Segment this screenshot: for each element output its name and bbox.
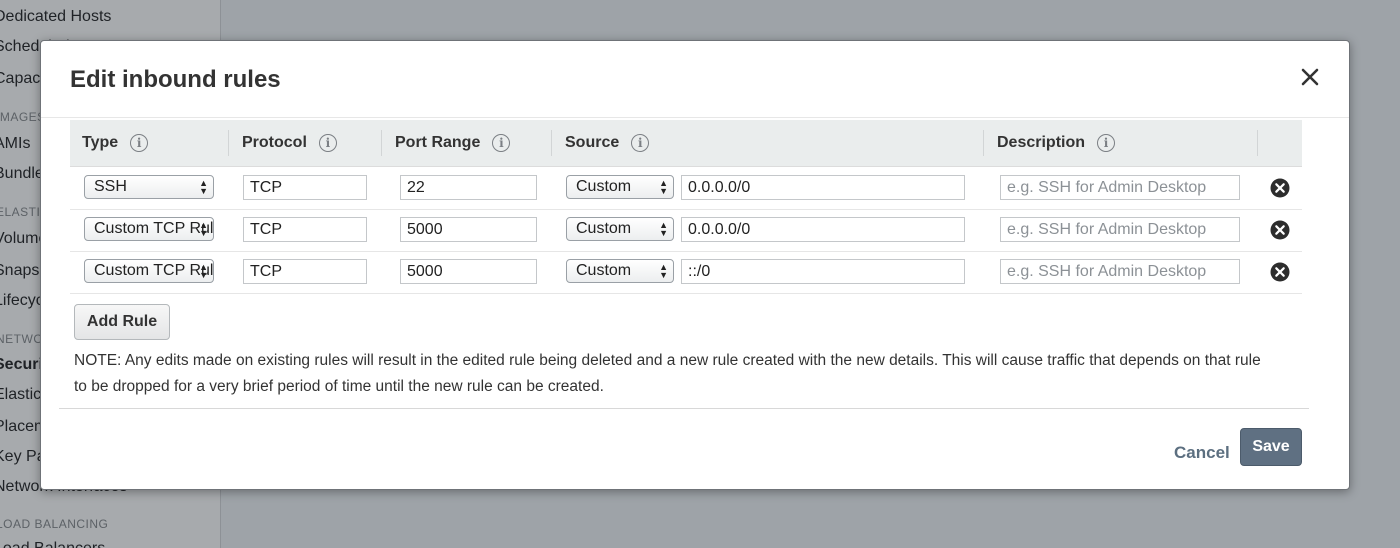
column-header-port-range: Port Range i xyxy=(395,134,511,152)
select-arrows-icon: ▲ ▼ xyxy=(659,178,668,196)
column-header-description: Description i xyxy=(997,134,1116,152)
remove-circle-icon[interactable] xyxy=(1270,178,1290,198)
column-header-protocol: Protocol i xyxy=(242,134,337,152)
edit-warning-note: NOTE: Any edits made on existing rules w… xyxy=(74,352,1261,395)
protocol-field[interactable]: TCP xyxy=(243,175,367,200)
column-label-protocol: Protocol xyxy=(242,134,307,151)
edit-inbound-rules-modal: Edit inbound rules Type i Protocol i Por… xyxy=(40,40,1350,490)
protocol-field[interactable]: TCP xyxy=(243,217,367,242)
type-select-value: SSH xyxy=(94,178,127,195)
column-label-description: Description xyxy=(997,134,1086,151)
info-icon[interactable]: i xyxy=(631,134,650,152)
modal-header: Edit inbound rules xyxy=(41,41,1349,118)
remove-circle-icon[interactable] xyxy=(1270,220,1290,240)
footer-divider xyxy=(59,408,1309,409)
remove-circle-icon[interactable] xyxy=(1270,262,1290,282)
sidebar-item-dedicated-hosts[interactable]: Dedicated Hosts xyxy=(0,8,111,26)
column-divider xyxy=(983,130,984,156)
source-type-select[interactable]: Custom ▲ ▼ xyxy=(566,175,674,199)
info-icon[interactable]: i xyxy=(492,134,511,152)
modal-title: Edit inbound rules xyxy=(70,66,281,93)
column-label-port-range: Port Range xyxy=(395,134,481,151)
rule-row: SSH ▲ ▼ TCP 22 Custom ▲ ▼ 0.0.0.0/0 e.g. S… xyxy=(70,167,1302,210)
cancel-button[interactable]: Cancel xyxy=(1174,443,1230,463)
source-type-select[interactable]: Custom ▲ ▼ xyxy=(566,259,674,283)
rule-row: Custom TCP Rule ▲ ▼ TCP 5000 Custom ▲ ▼ 0.… xyxy=(70,209,1302,252)
select-arrows-icon: ▲ ▼ xyxy=(199,262,208,280)
save-button[interactable]: Save xyxy=(1240,428,1302,466)
select-arrows-icon: ▲ ▼ xyxy=(199,178,208,196)
column-divider xyxy=(228,130,229,156)
source-type-select[interactable]: Custom ▲ ▼ xyxy=(566,217,674,241)
port-range-field[interactable]: 5000 xyxy=(400,259,537,284)
sidebar-item-load-balancers[interactable]: Load Balancers xyxy=(0,540,105,548)
type-select[interactable]: Custom TCP Rule ▲ ▼ xyxy=(84,217,214,241)
column-divider xyxy=(381,130,382,156)
select-arrows-icon: ▲ ▼ xyxy=(659,262,668,280)
info-icon[interactable]: i xyxy=(130,134,149,152)
sidebar-item-amis[interactable]: AMIs xyxy=(0,135,30,153)
type-select[interactable]: Custom TCP Rule ▲ ▼ xyxy=(84,259,214,283)
column-label-source: Source xyxy=(565,134,620,151)
column-label-type: Type xyxy=(82,134,119,151)
info-icon[interactable]: i xyxy=(318,134,337,152)
type-select-value: Custom TCP Rule xyxy=(94,220,214,237)
source-cidr-field[interactable]: 0.0.0.0/0 xyxy=(681,175,965,200)
rules-table-header: Type i Protocol i Port Range i Source i … xyxy=(70,120,1302,167)
source-type-select-value: Custom xyxy=(576,220,632,237)
source-cidr-field[interactable]: ::/0 xyxy=(681,259,965,284)
close-icon[interactable] xyxy=(1299,66,1321,88)
select-arrows-icon: ▲ ▼ xyxy=(659,220,668,238)
description-field[interactable]: e.g. SSH for Admin Desktop xyxy=(1000,259,1240,284)
column-header-source: Source i xyxy=(565,134,650,152)
info-icon[interactable]: i xyxy=(1097,134,1116,152)
description-field[interactable]: e.g. SSH for Admin Desktop xyxy=(1000,175,1240,200)
sidebar-heading-load-balancing: LOAD BALANCING xyxy=(0,517,109,531)
protocol-field[interactable]: TCP xyxy=(243,259,367,284)
rule-row: Custom TCP Rule ▲ ▼ TCP 5000 Custom ▲ ▼ ::… xyxy=(70,251,1302,294)
source-cidr-field[interactable]: 0.0.0.0/0 xyxy=(681,217,965,242)
select-arrows-icon: ▲ ▼ xyxy=(199,220,208,238)
column-divider xyxy=(551,130,552,156)
type-select[interactable]: SSH ▲ ▼ xyxy=(84,175,214,199)
port-range-field[interactable]: 5000 xyxy=(400,217,537,242)
add-rule-button[interactable]: Add Rule xyxy=(74,304,170,340)
column-divider xyxy=(1257,130,1258,156)
type-select-value: Custom TCP Rule xyxy=(94,262,214,279)
source-type-select-value: Custom xyxy=(576,262,632,279)
column-header-type: Type i xyxy=(82,134,149,152)
source-type-select-value: Custom xyxy=(576,178,632,195)
port-range-field[interactable]: 22 xyxy=(400,175,537,200)
sidebar-heading-images: IMAGES xyxy=(0,110,46,124)
description-field[interactable]: e.g. SSH for Admin Desktop xyxy=(1000,217,1240,242)
